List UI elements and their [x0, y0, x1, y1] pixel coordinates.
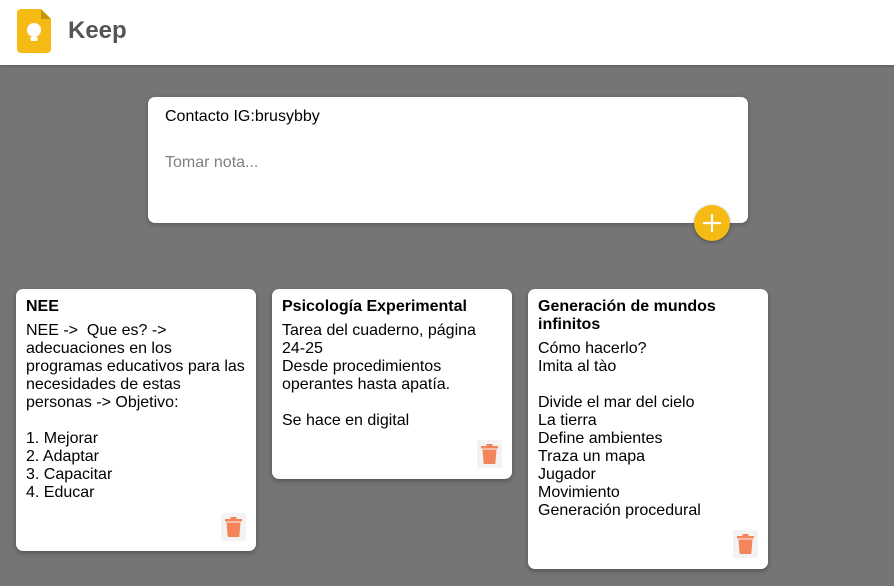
- app-header: Keep: [0, 0, 894, 65]
- note-title-input[interactable]: Contacto IG:brusybby: [165, 107, 320, 127]
- note-card: NEE NEE -> Que es? -> adecuaciones en lo…: [16, 289, 256, 551]
- note-card: Psicología Experimental Tarea del cuader…: [272, 289, 512, 479]
- note-title: Generación de mundos infinitos: [538, 298, 716, 333]
- trash-icon: [737, 534, 754, 554]
- delete-note-button[interactable]: [733, 530, 758, 558]
- create-note-form[interactable]: Contacto IG:brusybby Tomar nota...: [148, 97, 748, 223]
- delete-note-button[interactable]: [477, 440, 502, 468]
- add-note-button[interactable]: [694, 205, 730, 241]
- delete-note-button[interactable]: [221, 513, 246, 541]
- trash-icon: [225, 517, 242, 537]
- note-title: NEE: [26, 298, 59, 315]
- app-title: Keep: [68, 17, 127, 44]
- trash-icon: [481, 444, 498, 464]
- keep-bulb-icon: [17, 9, 51, 53]
- note-content: Tarea del cuaderno, página 24-25 Desde p…: [282, 322, 476, 429]
- plus-icon: [702, 213, 722, 233]
- note-card: Generación de mundos infinitos Cómo hace…: [528, 289, 768, 569]
- note-content: Cómo hacerlo? Imita al tào Divide el mar…: [538, 340, 701, 519]
- note-title: Psicología Experimental: [282, 298, 467, 315]
- note-content-input[interactable]: Tomar nota...: [165, 153, 258, 173]
- note-content: NEE -> Que es? -> adecuaciones en los pr…: [26, 322, 245, 501]
